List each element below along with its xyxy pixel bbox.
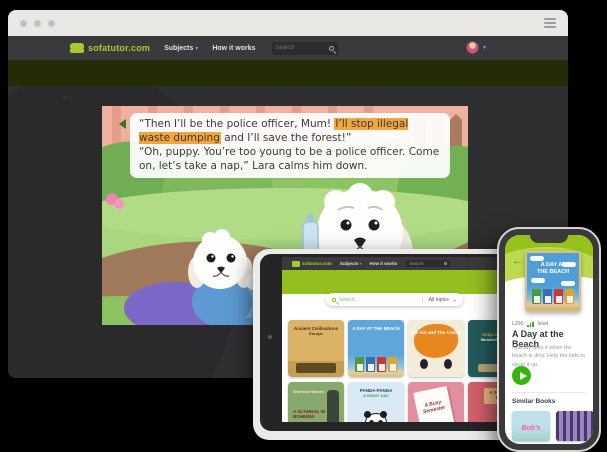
topics-dropdown[interactable]: All topics⌄ bbox=[422, 297, 457, 303]
story-text: and I’ll save the forest!” bbox=[221, 132, 351, 144]
cover-title: A DAY ATTHE BEACH bbox=[527, 253, 579, 276]
logo-text[interactable]: sofatutor.com bbox=[302, 261, 332, 266]
phone-notch bbox=[530, 235, 568, 243]
sofatutor-logo[interactable]: sofatutor.com bbox=[70, 43, 150, 53]
chevron-down-icon: ▾ bbox=[360, 261, 362, 266]
book-cover-day-at-the-beach[interactable]: A DAY AT THE BEACH bbox=[348, 320, 404, 377]
cloud-art bbox=[561, 281, 575, 286]
window-dot-icon[interactable] bbox=[48, 20, 55, 27]
book-grid: Ancient Civilisations Europe A DAY AT TH… bbox=[288, 320, 524, 422]
search-icon[interactable] bbox=[329, 46, 334, 51]
navbar-search[interactable]: Search bbox=[406, 260, 450, 267]
user-menu[interactable]: ▾ bbox=[466, 41, 486, 54]
similar-books-heading: Similar Books bbox=[512, 398, 555, 405]
book-cover-ancient-civilisations[interactable]: Ancient Civilisations Europe bbox=[288, 320, 344, 377]
level-label: level bbox=[538, 321, 548, 327]
phone-book-cover[interactable]: A DAY ATTHE BEACH bbox=[525, 251, 581, 312]
page-header-band bbox=[8, 60, 568, 86]
book-cover-scandal-in-bohemia[interactable]: Sherlock Holmes A SCANDAL IN BOHEMIA bbox=[288, 382, 344, 422]
nav-how-it-works[interactable]: How it works bbox=[212, 45, 255, 52]
logo-text: sofatutor.com bbox=[88, 43, 150, 53]
site-navbar: sofatutor.com Subjects▾ How it works ▾ bbox=[8, 36, 568, 60]
story-text-box: “Then I’ll be the police officer, Mum! I… bbox=[130, 113, 450, 178]
couch-icon bbox=[292, 261, 300, 267]
phone-screen: ← A DAY ATTHE BEACH L290 level A Day at … bbox=[505, 235, 593, 444]
tablet-camera-icon bbox=[268, 335, 272, 339]
cloud-art bbox=[531, 278, 545, 283]
speaker-marker-icon[interactable] bbox=[119, 119, 126, 129]
browser-chrome bbox=[8, 10, 568, 36]
play-button[interactable] bbox=[512, 366, 531, 385]
chevron-down-icon: ⌄ bbox=[453, 297, 457, 303]
couch-icon bbox=[70, 43, 84, 53]
hamburger-menu-icon[interactable] bbox=[544, 18, 556, 28]
search-input[interactable] bbox=[276, 45, 329, 51]
search-icon bbox=[444, 262, 447, 265]
search-icon bbox=[332, 298, 336, 302]
story-text: “Oh, puppy. You’re too young to be a pol… bbox=[139, 146, 439, 172]
window-dot-icon[interactable] bbox=[20, 20, 27, 27]
back-arrow-icon[interactable]: ← bbox=[512, 255, 523, 267]
panda-art bbox=[365, 413, 387, 422]
library-search-bar[interactable]: Search... All topics⌄ bbox=[326, 293, 463, 306]
stage: sofatutor.com Subjects▾ How it works ▾ ← bbox=[0, 0, 607, 452]
divider bbox=[512, 392, 586, 393]
similar-book-purple[interactable] bbox=[556, 411, 593, 441]
book-description: Nobody likes it when the beach is dirty.… bbox=[512, 344, 588, 369]
similar-book-bobs[interactable]: Bob's bbox=[512, 411, 550, 441]
back-arrow-icon[interactable]: ← bbox=[60, 87, 75, 104]
navbar-search[interactable] bbox=[272, 42, 338, 55]
similar-books-row: Bob's bbox=[512, 411, 593, 441]
book-cover-panda-panda[interactable]: PANDA PANDA A RAINY DAY bbox=[348, 382, 404, 422]
search-placeholder: Search... bbox=[339, 297, 359, 303]
nav-subjects[interactable]: Subjects▾ bbox=[340, 261, 362, 266]
chevron-down-icon: ▾ bbox=[195, 46, 198, 52]
story-text: “Then I’ll be the police officer, Mum! bbox=[139, 118, 334, 130]
level-bars-icon bbox=[527, 322, 534, 327]
phone-device: ← A DAY ATTHE BEACH L290 level A Day at … bbox=[497, 227, 601, 452]
level-row: L290 level bbox=[512, 321, 548, 327]
recycling-bins-art bbox=[348, 357, 404, 372]
window-control-dots[interactable] bbox=[20, 20, 55, 27]
book-cover-busy-semester[interactable]: A Busy Semester bbox=[408, 382, 464, 422]
avatar[interactable] bbox=[466, 41, 479, 54]
book-cover-ant-and-cricket[interactable]: The Ant and The Cricket bbox=[408, 320, 464, 377]
chevron-down-icon: ▾ bbox=[483, 44, 486, 51]
nav-subjects[interactable]: Subjects▾ bbox=[164, 45, 198, 52]
recycling-bins-art bbox=[527, 289, 579, 304]
lexile-level: L290 bbox=[512, 321, 523, 327]
window-dot-icon[interactable] bbox=[34, 20, 41, 27]
nav-how-it-works[interactable]: How it works bbox=[370, 261, 398, 266]
